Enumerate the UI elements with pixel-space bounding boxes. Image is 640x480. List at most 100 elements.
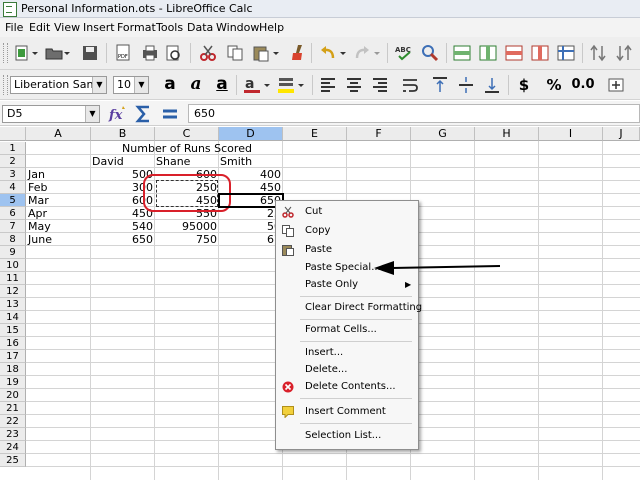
- print-icon[interactable]: [140, 43, 160, 63]
- align-right-icon[interactable]: [370, 75, 390, 95]
- value-cell[interactable]: 95000: [155, 220, 219, 233]
- redo-dropdown-icon[interactable]: [372, 43, 382, 63]
- menu-file[interactable]: File: [5, 21, 23, 34]
- column-header-b[interactable]: B: [91, 127, 155, 141]
- undo-icon[interactable]: [318, 43, 338, 63]
- select-all-corner[interactable]: [0, 127, 26, 141]
- header-cell[interactable]: Shane: [156, 155, 218, 168]
- row-header[interactable]: 1: [0, 142, 26, 155]
- menu-help[interactable]: Help: [259, 21, 284, 34]
- column-header-i[interactable]: I: [539, 127, 603, 141]
- menu-item-clear-direct-formatting[interactable]: Clear Direct Formatting: [276, 300, 422, 316]
- value-cell[interactable]: 650: [219, 194, 283, 207]
- delete-row-icon[interactable]: [504, 43, 524, 63]
- align-top-icon[interactable]: [430, 75, 450, 95]
- menu-item-paste-only[interactable]: Paste Only ▶: [276, 277, 416, 293]
- italic-button[interactable]: a: [186, 75, 206, 95]
- menu-item-copy[interactable]: Copy: [276, 223, 416, 239]
- row-header[interactable]: 18: [0, 363, 26, 376]
- row-header[interactable]: 22: [0, 415, 26, 428]
- menu-tools[interactable]: Tools: [156, 21, 183, 34]
- menu-edit[interactable]: Edit: [29, 21, 50, 34]
- value-cell[interactable]: 400: [219, 168, 283, 181]
- header-cell[interactable]: David: [92, 155, 154, 168]
- value-cell[interactable]: 540: [91, 220, 155, 233]
- align-bottom-icon[interactable]: [482, 75, 502, 95]
- value-cell[interactable]: 450: [91, 207, 155, 220]
- column-icon[interactable]: [478, 43, 498, 63]
- menu-format[interactable]: Format: [117, 21, 156, 34]
- row-header[interactable]: 14: [0, 311, 26, 324]
- menu-item-delete-contents[interactable]: Delete Contents...: [276, 379, 416, 395]
- font-size-box[interactable]: 10 ▼: [113, 76, 149, 94]
- menu-data[interactable]: Data: [187, 21, 213, 34]
- value-cell[interactable]: 450: [155, 194, 219, 207]
- redo-icon[interactable]: [352, 43, 372, 63]
- new-icon[interactable]: [12, 43, 32, 63]
- value-cell[interactable]: 300: [91, 181, 155, 194]
- print-preview-icon[interactable]: [163, 43, 183, 63]
- cut-icon[interactable]: [198, 43, 218, 63]
- menu-view[interactable]: View: [54, 21, 80, 34]
- row-header[interactable]: 24: [0, 441, 26, 454]
- month-cell[interactable]: May: [28, 220, 90, 233]
- spelling-icon[interactable]: ABC: [394, 43, 414, 63]
- header-cell[interactable]: Smith: [220, 155, 282, 168]
- value-cell[interactable]: 500: [91, 168, 155, 181]
- bold-button[interactable]: a: [160, 75, 180, 95]
- row-header[interactable]: 10: [0, 259, 26, 272]
- row-header[interactable]: 3: [0, 168, 26, 181]
- column-header-e[interactable]: E: [283, 127, 347, 141]
- column-header-f[interactable]: F: [347, 127, 411, 141]
- chevron-down-icon[interactable]: ▼: [85, 106, 99, 122]
- row-icon[interactable]: [452, 43, 472, 63]
- menu-window[interactable]: Window: [216, 21, 259, 34]
- month-cell[interactable]: Jan: [28, 168, 90, 181]
- open-dropdown-icon[interactable]: [62, 43, 72, 63]
- sum-icon[interactable]: [134, 104, 154, 124]
- row-header[interactable]: 25: [0, 454, 26, 467]
- row-header[interactable]: 19: [0, 376, 26, 389]
- font-name-box[interactable]: Liberation Sans ▼: [10, 76, 107, 94]
- toolbar-grip[interactable]: [3, 75, 8, 95]
- align-left-icon[interactable]: [318, 75, 338, 95]
- month-cell[interactable]: Feb: [28, 181, 90, 194]
- column-header-a[interactable]: A: [26, 127, 91, 141]
- row-header[interactable]: 13: [0, 298, 26, 311]
- clone-formatting-icon[interactable]: [287, 43, 307, 63]
- toolbar-grip[interactable]: [3, 43, 8, 63]
- chevron-down-icon[interactable]: ▼: [92, 77, 106, 93]
- highlight-icon[interactable]: [276, 75, 296, 95]
- add-decimal-icon[interactable]: [606, 75, 626, 95]
- font-color-icon[interactable]: a: [242, 75, 262, 95]
- wrap-text-icon[interactable]: [400, 75, 420, 95]
- menu-item-selection-list[interactable]: Selection List...: [276, 428, 416, 444]
- delete-column-icon[interactable]: [530, 43, 550, 63]
- row-header[interactable]: 15: [0, 324, 26, 337]
- underline-button[interactable]: a: [212, 75, 232, 95]
- month-cell[interactable]: Mar: [28, 194, 90, 207]
- currency-button[interactable]: $: [514, 75, 534, 95]
- row-header[interactable]: 5: [0, 194, 26, 207]
- row-header[interactable]: 11: [0, 272, 26, 285]
- undo-dropdown-icon[interactable]: [338, 43, 348, 63]
- menu-item-insert-comment[interactable]: Insert Comment: [276, 404, 416, 420]
- formula-input[interactable]: 650: [188, 104, 640, 123]
- value-cell[interactable]: 50: [219, 220, 283, 233]
- row-header[interactable]: 21: [0, 402, 26, 415]
- menu-item-format-cells[interactable]: Format Cells...: [276, 322, 416, 338]
- value-cell[interactable]: 25: [219, 207, 283, 220]
- row-header[interactable]: 17: [0, 350, 26, 363]
- sort-ascending-icon[interactable]: [588, 43, 608, 63]
- column-header-c[interactable]: C: [155, 127, 219, 141]
- export-pdf-icon[interactable]: PDF: [113, 43, 133, 63]
- value-cell[interactable]: 650: [91, 233, 155, 246]
- row-header[interactable]: 7: [0, 220, 26, 233]
- formula-icon[interactable]: [160, 104, 180, 124]
- row-header[interactable]: 8: [0, 233, 26, 246]
- align-center-icon[interactable]: [344, 75, 364, 95]
- name-box[interactable]: D5 ▼: [2, 105, 100, 123]
- find-replace-icon[interactable]: [420, 43, 440, 63]
- month-cell[interactable]: Apr: [28, 207, 90, 220]
- column-header-h[interactable]: H: [475, 127, 539, 141]
